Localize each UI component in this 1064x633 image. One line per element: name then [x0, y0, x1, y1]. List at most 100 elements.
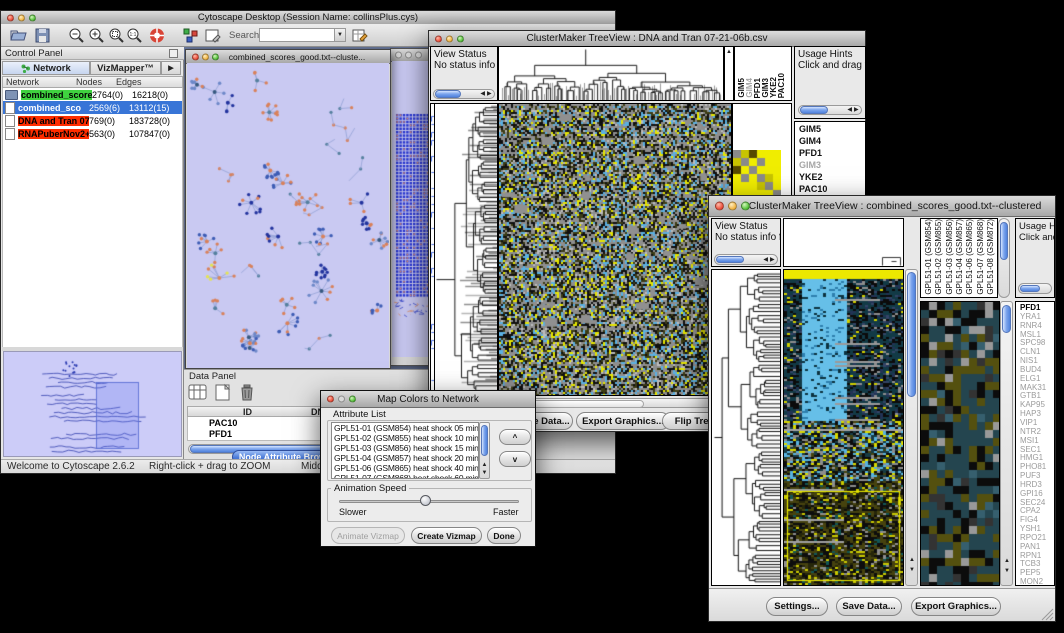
- new-attribute-icon[interactable]: [213, 383, 233, 402]
- zoom-fit-icon[interactable]: 1:1: [125, 27, 143, 44]
- tv2-column-label: GPL51-04 (GSM857): [956, 219, 964, 295]
- done-button[interactable]: Done: [487, 527, 521, 544]
- tv2-detail-heatmap-canvas[interactable]: [921, 302, 999, 585]
- create-vizmap-button[interactable]: Create Vizmap: [411, 527, 482, 544]
- save-icon[interactable]: [34, 27, 52, 44]
- tv2-usage-hscrollbar[interactable]: [1018, 283, 1052, 294]
- close-icon[interactable]: [435, 35, 442, 42]
- network-table-row[interactable]: combined_sco2569(6)13112(15): [3, 101, 182, 114]
- tv2-detail-heatmap-pane[interactable]: [920, 301, 1000, 586]
- move-up-button[interactable]: ^: [499, 429, 531, 445]
- search-input[interactable]: [259, 28, 335, 42]
- dialog-titlebar[interactable]: Map Colors to Network: [321, 391, 535, 408]
- tv2-export-graphics-button[interactable]: Export Graphics...: [911, 597, 1001, 616]
- minimize-icon[interactable]: [202, 53, 209, 60]
- network-table-row[interactable]: RNAPuberNov2+!563(0)107847(0): [3, 127, 182, 140]
- tv2-view-status-title: View Status: [712, 219, 780, 232]
- zoom-icon[interactable]: [349, 396, 356, 403]
- network-overview-panel[interactable]: [3, 351, 182, 457]
- status-welcome: Welcome to Cytoscape 2.6.2: [7, 461, 135, 472]
- resize-grip-icon[interactable]: [1041, 608, 1054, 621]
- tv2-left-dendrogram-pane[interactable]: [711, 269, 781, 586]
- close-icon[interactable]: [327, 396, 334, 403]
- network-table-row[interactable]: combined_scores2764(0)16218(0): [3, 88, 182, 101]
- tv2-heatmap-pane[interactable]: [783, 269, 904, 586]
- help-lifesaver-icon[interactable]: [148, 27, 166, 44]
- zoom-icon[interactable]: [457, 35, 464, 42]
- tv1-heatmap-pane[interactable]: [498, 103, 732, 396]
- search-label: Search:: [229, 30, 262, 41]
- tv1-row-label: GIM5: [795, 122, 865, 134]
- tv1-left-dendrogram-pane[interactable]: [434, 103, 498, 396]
- network-graph-canvas[interactable]: [187, 63, 389, 368]
- gene-label[interactable]: MON2: [1020, 578, 1054, 586]
- tv1-row-label: GIM3: [795, 158, 865, 170]
- tv1-top-dendrogram-pane[interactable]: [498, 46, 724, 101]
- tv2-heatmap-canvas[interactable]: [784, 270, 903, 585]
- tab-overflow-arrow[interactable]: ▶: [161, 61, 181, 75]
- move-down-button[interactable]: v: [499, 451, 531, 467]
- tab-network[interactable]: Network: [2, 61, 90, 75]
- zoom-selected-icon[interactable]: [107, 27, 125, 44]
- tv1-dendro-gutter[interactable]: ▲: [724, 46, 734, 101]
- network-view-window-1[interactable]: combined_scores_good.txt--cluste...: [185, 49, 391, 369]
- treeview1-titlebar[interactable]: ClusterMaker TreeView : DNA and Tran 07-…: [429, 31, 865, 47]
- tv2-settings-button[interactable]: Settings...: [766, 597, 828, 616]
- open-file-icon[interactable]: [9, 27, 29, 44]
- network-overview-canvas[interactable]: [4, 352, 183, 458]
- zoom-icon[interactable]: [741, 202, 750, 211]
- minimize-icon[interactable]: [405, 52, 412, 59]
- tv2-heatmap-vscrollbar[interactable]: ▲ ▼: [905, 269, 918, 586]
- zoom-icon[interactable]: [212, 53, 219, 60]
- tv2-save-data-button[interactable]: Save Data...: [836, 597, 902, 616]
- minimize-icon[interactable]: [728, 202, 737, 211]
- tv2-left-dendrogram-canvas[interactable]: [712, 270, 780, 585]
- tv2-top-dendrogram-pane[interactable]: [783, 218, 904, 267]
- tv2-labels-vscrollbar[interactable]: [998, 218, 1010, 298]
- table-view-icon[interactable]: [187, 383, 209, 402]
- tv2-column-labels: GPL51-01 (GSM854)GPL51-02 (GSM855)GPL51-…: [920, 218, 998, 298]
- vizmap-nodes-icon[interactable]: [182, 27, 199, 44]
- zoom-in-icon[interactable]: [87, 27, 105, 44]
- attribute-list[interactable]: GPL51-01 (GSM854) heat shock 05 minGPL51…: [331, 422, 479, 479]
- attribute-item[interactable]: GPL51-07 (GSM868) heat shock 60 min: [334, 474, 478, 479]
- network-name-cell: combined_scores: [20, 90, 92, 100]
- data-panel-title: Data Panel: [189, 371, 236, 382]
- slider-thumb[interactable]: [420, 495, 431, 506]
- zoom-icon[interactable]: [29, 14, 36, 21]
- tv1-heatmap-canvas[interactable]: [499, 104, 731, 395]
- zoom-out-icon[interactable]: [67, 27, 85, 44]
- close-icon[interactable]: [7, 14, 14, 21]
- tv1-usage-hscrollbar[interactable]: ◀▶: [798, 105, 862, 115]
- control-panel: Control Panel Network VizMapper™ ▶ Netwo…: [1, 47, 184, 459]
- tv1-top-dendrogram-canvas[interactable]: [499, 47, 723, 100]
- network-window-titlebar[interactable]: combined_scores_good.txt--cluste...: [186, 50, 390, 64]
- animate-vizmap-button[interactable]: Animate Vizmap: [331, 527, 405, 544]
- annotation-icon[interactable]: [204, 27, 221, 44]
- search-dropdown-button[interactable]: ▼: [334, 28, 346, 42]
- tv2-gene-list[interactable]: PFD1YRA1RNR4MSL1SPC98CLN1NIS1BUD4ELG1MAK…: [1015, 301, 1055, 586]
- close-icon[interactable]: [715, 202, 724, 211]
- minimize-icon[interactable]: [18, 14, 25, 21]
- close-icon[interactable]: [395, 52, 402, 59]
- minimize-icon[interactable]: [446, 35, 453, 42]
- close-icon[interactable]: [192, 53, 199, 60]
- main-titlebar[interactable]: Cytoscape Desktop (Session Name: collins…: [1, 11, 615, 25]
- tv1-export-graphics-button[interactable]: Export Graphics...: [576, 412, 670, 430]
- tv2-top-dendrogram-canvas[interactable]: [784, 219, 903, 266]
- table-edit-icon[interactable]: [351, 27, 368, 44]
- treeview2-titlebar[interactable]: ClusterMaker TreeView : combined_scores_…: [709, 196, 1055, 217]
- tv2-genelist-vscrollbar[interactable]: ▲ ▼: [1000, 301, 1013, 586]
- network-table-row[interactable]: DNA and Tran 07769(0)183728(0): [3, 114, 182, 127]
- treeview2-title: ClusterMaker TreeView : combined_scores_…: [723, 200, 1042, 212]
- tv1-status-hscrollbar[interactable]: ◀▶: [433, 89, 495, 99]
- tab-vizmapper[interactable]: VizMapper™: [90, 61, 161, 75]
- delete-attribute-icon[interactable]: [237, 383, 257, 402]
- tv1-mini-heatmap-canvas[interactable]: [733, 150, 781, 198]
- float-panel-icon[interactable]: [169, 49, 178, 58]
- network-window-title: combined_scores_good.txt--cluste...: [211, 52, 366, 62]
- tv1-left-dendrogram-canvas[interactable]: [435, 104, 497, 395]
- zoom-icon[interactable]: [415, 52, 422, 59]
- tv2-status-hscrollbar[interactable]: ◀▶: [714, 254, 778, 265]
- attribute-list-vscrollbar[interactable]: ▲ ▼: [479, 422, 490, 479]
